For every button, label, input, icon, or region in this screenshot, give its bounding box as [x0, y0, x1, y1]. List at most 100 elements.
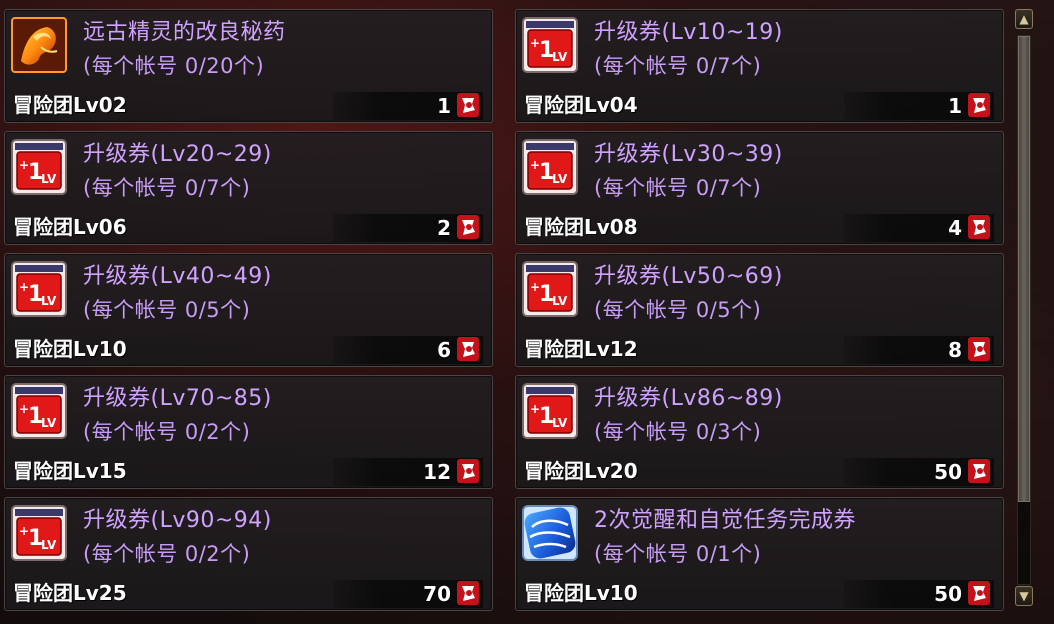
adventure-coin-icon — [968, 215, 990, 239]
item-name: 升级券(Lv50~69) — [594, 264, 783, 289]
item-name: 升级券(Lv30~39) — [594, 142, 783, 167]
price-box: 1 — [333, 92, 483, 120]
purchase-limit: (每个帐号 0/7个) — [594, 176, 762, 200]
shop-item-card[interactable]: 1 + LV 升级券(Lv90~94) (每个帐号 0/2个) 冒险团Lv25 … — [4, 497, 493, 611]
shop-item-card[interactable]: 远古精灵的改良秘药 (每个帐号 0/20个) 冒险团Lv02 1 — [4, 9, 493, 123]
item-name: 远古精灵的改良秘药 — [83, 20, 286, 45]
level-up-ticket-icon: 1 + LV — [522, 383, 578, 439]
adventure-coin-icon — [968, 459, 990, 483]
shop-item-card[interactable]: 1 + LV 升级券(Lv20~29) (每个帐号 0/7个) 冒险团Lv06 … — [4, 131, 493, 245]
item-name: 升级券(Lv70~85) — [83, 386, 272, 411]
svg-text:LV: LV — [41, 172, 57, 186]
elixir-icon — [11, 17, 67, 73]
item-name: 2次觉醒和自觉任务完成券 — [594, 508, 856, 533]
price-box: 1 — [844, 92, 994, 120]
shop-item-card[interactable]: 1 + LV 升级券(Lv50~69) (每个帐号 0/5个) 冒险团Lv12 … — [515, 253, 1004, 367]
level-up-ticket-icon: 1 + LV — [522, 139, 578, 195]
shop-item-card[interactable]: 1 + LV 升级券(Lv10~19) (每个帐号 0/7个) 冒险团Lv04 … — [515, 9, 1004, 123]
required-level: 冒险团Lv20 — [524, 459, 638, 483]
item-price: 1 — [437, 94, 451, 118]
price-box: 70 — [333, 580, 483, 608]
svg-text:+: + — [530, 36, 540, 50]
svg-text:+: + — [530, 158, 540, 172]
svg-text:LV: LV — [41, 294, 57, 308]
item-name: 升级券(Lv90~94) — [83, 508, 272, 533]
level-up-ticket-icon: 1 + LV — [11, 261, 67, 317]
svg-text:+: + — [19, 280, 29, 294]
price-box: 50 — [844, 458, 994, 486]
item-price: 70 — [423, 582, 451, 606]
adventure-coin-icon — [457, 93, 479, 117]
purchase-limit: (每个帐号 0/3个) — [594, 420, 762, 444]
adventure-coin-icon — [457, 215, 479, 239]
price-box: 12 — [333, 458, 483, 486]
level-up-ticket-icon: 1 + LV — [522, 17, 578, 73]
adventure-coin-icon — [457, 337, 479, 361]
price-box: 6 — [333, 336, 483, 364]
svg-text:+: + — [530, 402, 540, 416]
adventure-coin-icon — [968, 337, 990, 361]
item-name: 升级券(Lv40~49) — [83, 264, 272, 289]
shop-item-card[interactable]: 1 + LV 升级券(Lv40~49) (每个帐号 0/5个) 冒险团Lv10 … — [4, 253, 493, 367]
shop-scrollbar[interactable]: ▲ ▼ — [1015, 9, 1035, 609]
item-price: 4 — [948, 216, 962, 240]
svg-text:+: + — [19, 402, 29, 416]
level-up-ticket-icon: 1 + LV — [11, 505, 67, 561]
required-level: 冒险团Lv04 — [524, 93, 638, 117]
svg-text:+: + — [19, 524, 29, 538]
required-level: 冒险团Lv15 — [13, 459, 127, 483]
purchase-limit: (每个帐号 0/7个) — [594, 54, 762, 78]
scroll-thumb[interactable] — [1018, 36, 1030, 502]
required-level: 冒险团Lv12 — [524, 337, 638, 361]
adventure-coin-icon — [457, 581, 479, 605]
item-price: 2 — [437, 216, 451, 240]
required-level: 冒险团Lv10 — [524, 581, 638, 605]
level-up-ticket-icon: 1 + LV — [11, 139, 67, 195]
item-price: 50 — [934, 460, 962, 484]
svg-text:LV: LV — [41, 538, 57, 552]
scroll-track[interactable] — [1017, 35, 1031, 585]
price-box: 50 — [844, 580, 994, 608]
shop-item-grid: 远古精灵的改良秘药 (每个帐号 0/20个) 冒险团Lv02 1 1 + LV … — [4, 9, 1004, 621]
purchase-limit: (每个帐号 0/2个) — [83, 542, 251, 566]
shop-item-card[interactable]: 1 + LV 升级券(Lv70~85) (每个帐号 0/2个) 冒险团Lv15 … — [4, 375, 493, 489]
item-price: 1 — [948, 94, 962, 118]
price-box: 2 — [333, 214, 483, 242]
shop-item-card[interactable]: 2次觉醒和自觉任务完成券 (每个帐号 0/1个) 冒险团Lv10 50 — [515, 497, 1004, 611]
svg-text:LV: LV — [41, 416, 57, 430]
scroll-up-icon[interactable]: ▲ — [1015, 9, 1033, 29]
svg-text:LV: LV — [552, 294, 568, 308]
purchase-limit: (每个帐号 0/7个) — [83, 176, 251, 200]
purchase-limit: (每个帐号 0/5个) — [594, 298, 762, 322]
item-price: 12 — [423, 460, 451, 484]
purchase-limit: (每个帐号 0/1个) — [594, 542, 762, 566]
required-level: 冒险团Lv08 — [524, 215, 638, 239]
purchase-limit: (每个帐号 0/5个) — [83, 298, 251, 322]
adventure-coin-icon — [457, 459, 479, 483]
level-up-ticket-icon: 1 + LV — [522, 261, 578, 317]
adventure-coin-icon — [968, 581, 990, 605]
item-name: 升级券(Lv20~29) — [83, 142, 272, 167]
purchase-limit: (每个帐号 0/2个) — [83, 420, 251, 444]
shop-item-card[interactable]: 1 + LV 升级券(Lv30~39) (每个帐号 0/7个) 冒险团Lv08 … — [515, 131, 1004, 245]
adventure-coin-icon — [968, 93, 990, 117]
required-level: 冒险团Lv06 — [13, 215, 127, 239]
purchase-limit: (每个帐号 0/20个) — [83, 54, 265, 78]
shop-item-card[interactable]: 1 + LV 升级券(Lv86~89) (每个帐号 0/3个) 冒险团Lv20 … — [515, 375, 1004, 489]
svg-text:+: + — [19, 158, 29, 172]
required-level: 冒险团Lv02 — [13, 93, 127, 117]
item-price: 6 — [437, 338, 451, 362]
item-name: 升级券(Lv86~89) — [594, 386, 783, 411]
required-level: 冒险团Lv25 — [13, 581, 127, 605]
item-price: 50 — [934, 582, 962, 606]
svg-text:+: + — [530, 280, 540, 294]
svg-text:LV: LV — [552, 416, 568, 430]
item-name: 升级券(Lv10~19) — [594, 20, 783, 45]
price-box: 4 — [844, 214, 994, 242]
level-up-ticket-icon: 1 + LV — [11, 383, 67, 439]
scroll-down-icon[interactable]: ▼ — [1015, 586, 1033, 606]
svg-text:LV: LV — [552, 50, 568, 64]
required-level: 冒险团Lv10 — [13, 337, 127, 361]
svg-text:LV: LV — [552, 172, 568, 186]
item-price: 8 — [948, 338, 962, 362]
